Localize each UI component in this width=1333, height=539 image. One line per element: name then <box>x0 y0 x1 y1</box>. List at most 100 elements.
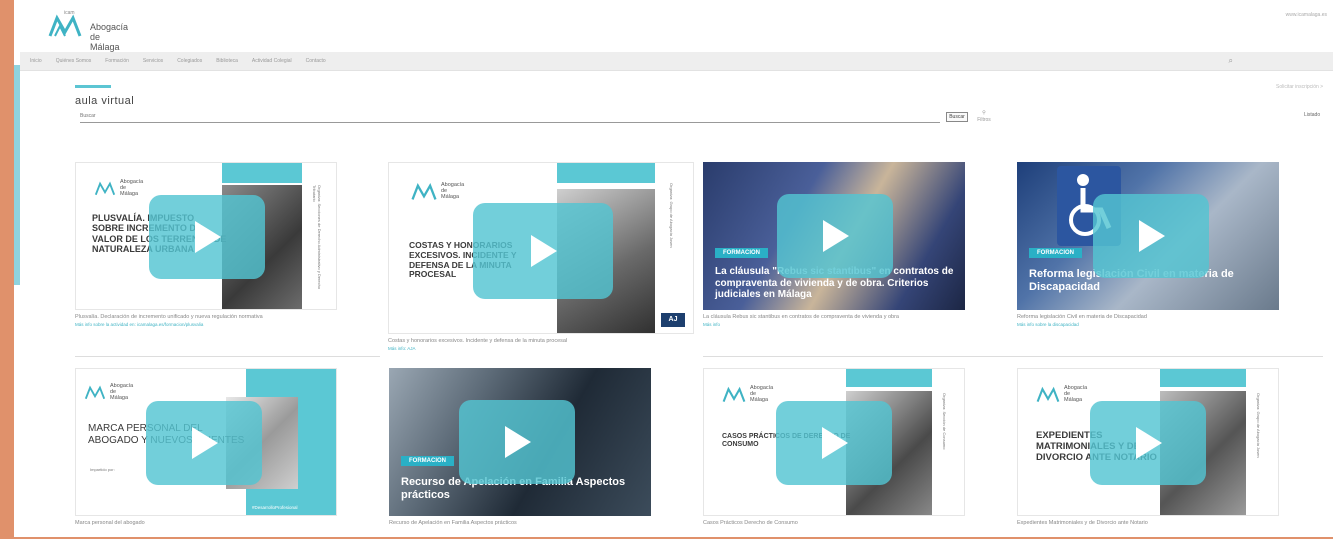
play-icon <box>1136 427 1162 459</box>
video-thumbnail[interactable]: Abogacía de Málaga COSTAS Y HONORARIOS E… <box>388 162 694 334</box>
logo-icon <box>722 386 746 402</box>
logo-line-3: Málaga <box>90 42 120 52</box>
search-input[interactable] <box>80 110 940 123</box>
site-logo[interactable]: icam Abogacía de Málaga <box>48 10 129 52</box>
main-nav: Inicio Quiénes Somos Formación Servicios… <box>20 52 1333 71</box>
course-card[interactable]: Abogacía de Málaga COSTAS Y HONORARIOS E… <box>388 162 694 362</box>
play-icon <box>531 235 557 267</box>
card-caption[interactable]: Marca personal del abogado <box>75 520 145 526</box>
logo-icon <box>94 181 116 196</box>
course-card[interactable]: FORMACION Recurso de Apelación en Famili… <box>389 368 651 536</box>
card-caption[interactable]: La cláusula Rebus sic stantibus en contr… <box>703 314 899 320</box>
site-header: icam Abogacía de Málaga www.icamalaga.es <box>20 0 1333 52</box>
logo-line-2: de <box>90 32 101 42</box>
video-thumbnail[interactable]: FORMACION La cláusula "Rebus sic stantib… <box>703 162 965 310</box>
card-sublink[interactable]: Más info sobre la actividad en: icamalag… <box>75 322 203 327</box>
card-sublink[interactable]: Más info <box>703 322 720 327</box>
card-caption[interactable]: Reforma legislación Civil en materia de … <box>1017 314 1147 320</box>
logo-top-text: icam <box>64 10 75 16</box>
logo-icon <box>411 182 437 200</box>
video-thumbnail[interactable]: Abogacía de Málaga CASOS PRÁCTICOS DE DE… <box>703 368 965 516</box>
formacion-badge: FORMACION <box>401 456 454 466</box>
aja-logo-icon: AJ <box>661 313 685 327</box>
thumb-logo: Abogacía de Málaga <box>411 181 464 201</box>
title-underline <box>75 85 111 88</box>
logo-line-1: Abogacía <box>90 22 129 32</box>
play-button[interactable] <box>459 400 575 484</box>
video-thumbnail[interactable]: FORMACION Reforma legislación Civil en m… <box>1017 162 1279 310</box>
card-caption[interactable]: Recurso de Apelación en Familia Aspectos… <box>389 520 517 526</box>
card-caption[interactable]: Costas y honorarios excesivos. Incidente… <box>388 338 567 344</box>
card-sublink[interactable]: Más info sobre la discapacidad <box>1017 322 1079 327</box>
video-thumbnail[interactable]: Abogacía de Málaga PLUSVALÍA. IMPUESTO S… <box>75 162 337 310</box>
thumb-logo-line: Málaga <box>750 397 769 403</box>
card-caption[interactable]: Casos Prácticos Derecho de Consumo <box>703 520 798 526</box>
nav-item-colegiados[interactable]: Colegiados <box>177 58 202 64</box>
thumb-teal-strip <box>1160 369 1246 387</box>
card-caption[interactable]: Plusvalía. Declaración de incremento uni… <box>75 314 263 320</box>
thumb-logo: Abogacía de Málaga <box>1036 385 1087 403</box>
thumb-presenter: Impartido por: <box>90 467 115 472</box>
thumb-logo: Abogacía de Málaga <box>722 385 773 403</box>
thumb-logo: Abogacía de Málaga <box>84 383 133 401</box>
logo-icon <box>1036 386 1060 402</box>
play-button[interactable] <box>146 401 262 485</box>
thumb-side-text: Organiza: Grupo de Abogacía Joven <box>669 183 674 248</box>
thumb-logo-line: Málaga <box>120 191 139 197</box>
row-divider <box>703 356 1323 357</box>
thumb-logo-line: Málaga <box>441 194 460 200</box>
nav-item-formacion[interactable]: Formación <box>105 58 129 64</box>
course-card[interactable]: Abogacía de Málaga MARCA PERSONAL DEL AB… <box>75 368 337 536</box>
play-button[interactable] <box>1090 401 1206 485</box>
search-button[interactable]: Buscar <box>946 112 968 122</box>
play-icon <box>505 426 531 458</box>
play-icon <box>1139 220 1165 252</box>
thumb-side-text: Organiza: Sección de Consumo <box>942 393 947 450</box>
row-divider <box>75 356 380 357</box>
course-card[interactable]: FORMACION Reforma legislación Civil en m… <box>1017 162 1279 362</box>
video-thumbnail[interactable]: Abogacía de Málaga MARCA PERSONAL DEL AB… <box>75 368 337 516</box>
play-icon <box>195 221 221 253</box>
thumb-logo-line: Málaga <box>110 395 129 401</box>
play-icon <box>823 220 849 252</box>
page-title: aula virtual <box>75 95 135 107</box>
left-accent-bar <box>0 0 14 539</box>
thumb-side-text: Organiza: Grupo de Abogacía Joven <box>1256 393 1261 458</box>
play-icon <box>822 427 848 459</box>
course-card[interactable]: Abogacía de Málaga EXPEDIENTES MATRIMONI… <box>1017 368 1279 536</box>
filter-label: Filtros <box>977 117 991 123</box>
play-icon <box>192 427 218 459</box>
nav-item-servicios[interactable]: Servicios <box>143 58 163 64</box>
course-card[interactable]: Abogacía de Málaga CASOS PRÁCTICOS DE DE… <box>703 368 965 536</box>
video-thumbnail[interactable]: Abogacía de Málaga EXPEDIENTES MATRIMONI… <box>1017 368 1279 516</box>
play-button[interactable] <box>473 203 613 299</box>
thumb-logo: Abogacía de Málaga <box>94 179 143 197</box>
card-caption[interactable]: Expedientes Matrimoniales y de Divorcio … <box>1017 520 1148 526</box>
thumb-logo-line: Málaga <box>1064 397 1083 403</box>
filter-icon[interactable]: ⚲ Filtros <box>976 110 992 124</box>
thumb-teal-strip <box>222 163 302 183</box>
thumb-teal-strip <box>557 163 655 183</box>
thumb-teal-strip <box>846 369 932 387</box>
nav-item-biblioteca[interactable]: Biblioteca <box>216 58 238 64</box>
course-card[interactable]: FORMACION La cláusula "Rebus sic stantib… <box>703 162 965 362</box>
nav-item-quienes-somos[interactable]: Quiénes Somos <box>56 58 92 64</box>
play-button[interactable] <box>149 195 265 279</box>
nav-search-icon[interactable]: ⌕ <box>1229 56 1233 66</box>
play-button[interactable] <box>777 194 893 278</box>
nav-item-actividad[interactable]: Actividad Colegial <box>252 58 292 64</box>
left-teal-accent <box>14 65 20 285</box>
formacion-badge: FORMACION <box>715 248 768 258</box>
header-top-link[interactable]: www.icamalaga.es <box>1286 12 1327 18</box>
card-sublink[interactable]: Más info: AJA <box>388 346 416 351</box>
course-card[interactable]: Abogacía de Málaga PLUSVALÍA. IMPUESTO S… <box>75 162 337 362</box>
play-button[interactable] <box>1093 194 1209 278</box>
list-link[interactable]: Listado <box>1304 112 1320 118</box>
thumb-hashtag: #DesarrolloProfesional <box>252 505 298 510</box>
video-thumbnail[interactable]: FORMACION Recurso de Apelación en Famili… <box>389 368 651 516</box>
play-button[interactable] <box>776 401 892 485</box>
nav-item-contacto[interactable]: Contacto <box>306 58 326 64</box>
enroll-link[interactable]: Solicitar inscripción > <box>1276 84 1323 90</box>
nav-item-inicio[interactable]: Inicio <box>30 58 42 64</box>
logo-icon <box>84 385 106 400</box>
